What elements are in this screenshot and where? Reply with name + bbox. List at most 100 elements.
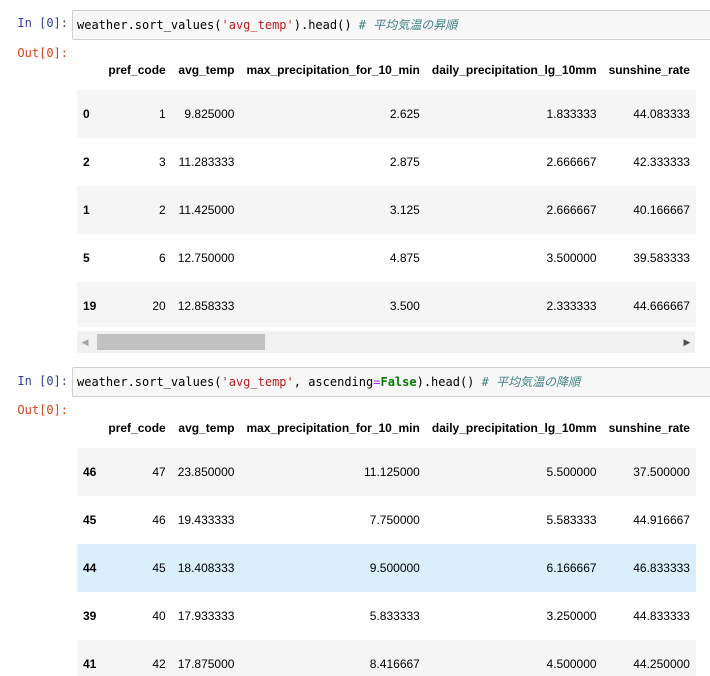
column-header: avg_temp (178, 421, 235, 435)
table-row: 46 47 23.850000 11.125000 5.500000 37.50… (77, 448, 696, 496)
dataframe-table: pref_code avg_temp max_precipitation_for… (77, 408, 696, 676)
cell-sunshine: 46.833333 (633, 561, 690, 575)
output-prompt: Out[0]: (17, 403, 68, 417)
table-row: 41 42 17.875000 8.416667 4.500000 44.250… (77, 640, 696, 676)
table-header-row: pref_code avg_temp max_precipitation_for… (77, 50, 696, 90)
cell-sunshine: 44.666667 (633, 299, 690, 313)
code-comment: # 平均気温の降順 (481, 375, 581, 389)
cell-avg-temp: 17.875000 (177, 657, 235, 671)
scroll-right-arrow-icon[interactable]: ▶ (679, 331, 695, 353)
column-header (77, 408, 102, 448)
code-comment: # 平均気温の昇順 (358, 18, 458, 32)
row-index: 41 (83, 657, 97, 671)
table-row: 45 46 19.433333 7.750000 5.583333 44.916… (77, 496, 696, 544)
cell-max-precip: 3.125 (389, 203, 420, 217)
code-keyword: False (380, 375, 417, 389)
column-header: daily_precipitation_lg_10mm (431, 63, 597, 77)
cell-avg-temp: 11.283333 (178, 155, 235, 169)
code-cell-input[interactable]: weather.sort_values('avg_temp', ascendin… (72, 367, 710, 397)
output-prompt: Out[0]: (17, 46, 68, 60)
cell-max-precip: 7.750000 (369, 513, 420, 527)
cell-daily-precip: 3.250000 (546, 609, 597, 623)
column-header: sunshine_rate (608, 421, 690, 435)
cell-daily-precip: 1.833333 (546, 107, 597, 121)
cell-max-precip: 11.125000 (364, 465, 420, 479)
row-index: 0 (83, 107, 90, 121)
cell-max-precip: 2.875 (389, 155, 420, 169)
code-cell-input[interactable]: weather.sort_values('avg_temp').head() #… (72, 10, 710, 40)
cell-max-precip: 4.875 (389, 251, 420, 265)
cell-daily-precip: 2.666667 (546, 155, 597, 169)
row-index: 2 (83, 155, 90, 169)
row-index: 45 (83, 513, 97, 527)
input-prompt: In [0]: (17, 16, 68, 30)
code-text: ).head() (416, 375, 482, 389)
column-header (77, 50, 102, 90)
code-string: 'avg_temp' (221, 18, 294, 32)
row-index: 44 (83, 561, 97, 575)
cell-avg-temp: 12.750000 (177, 251, 235, 265)
row-index: 39 (83, 609, 97, 623)
cell-daily-precip: 3.500000 (546, 251, 597, 265)
cell-pref-code: 6 (159, 251, 166, 265)
cell-pref-code: 45 (152, 561, 166, 575)
row-index: 5 (83, 251, 90, 265)
cell-daily-precip: 5.583333 (546, 513, 597, 527)
horizontal-scrollbar[interactable]: ◀ ▶ (77, 331, 695, 353)
cell-max-precip: 3.500 (389, 299, 420, 313)
column-header: pref_code (108, 63, 166, 77)
cell-daily-precip: 2.333333 (546, 299, 597, 313)
column-header: avg_temp (178, 63, 235, 77)
input-prompt: In [0]: (17, 374, 68, 388)
column-header: max_precipitation_for_10_min (246, 63, 420, 77)
cell-sunshine: 44.083333 (633, 107, 690, 121)
cell-sunshine: 39.583333 (633, 251, 690, 265)
code-text: ).head() (293, 18, 359, 32)
table-row: 2 3 11.283333 2.875 2.666667 42.333333 (77, 138, 696, 186)
cell-pref-code: 20 (152, 299, 166, 313)
cell-pref-code: 47 (152, 465, 166, 479)
cell-daily-precip: 2.666667 (546, 203, 597, 217)
cell-avg-temp: 18.408333 (177, 561, 235, 575)
cell-sunshine: 40.166667 (633, 203, 690, 217)
cell-sunshine: 42.333333 (633, 155, 690, 169)
table-row: 5 6 12.750000 4.875 3.500000 39.583333 (77, 234, 696, 282)
code-text: weather.sort_values( (77, 375, 222, 389)
column-header: pref_code (108, 421, 166, 435)
table-row: 1 2 11.425000 3.125 2.666667 40.166667 (77, 186, 696, 234)
cell-avg-temp: 19.433333 (177, 513, 235, 527)
cell-max-precip: 9.500000 (369, 561, 420, 575)
cell-pref-code: 46 (152, 513, 166, 527)
table-header-row: pref_code avg_temp max_precipitation_for… (77, 408, 696, 448)
cell-daily-precip: 4.500000 (546, 657, 597, 671)
row-index: 46 (83, 465, 97, 479)
column-header: sunshine_rate (608, 63, 690, 77)
column-header: max_precipitation_for_10_min (246, 421, 420, 435)
table-row: 39 40 17.933333 5.833333 3.250000 44.833… (77, 592, 696, 640)
cell-sunshine: 37.500000 (633, 465, 690, 479)
cell-avg-temp: 17.933333 (177, 609, 235, 623)
row-index: 19 (83, 299, 97, 313)
scrollbar-thumb[interactable] (97, 334, 265, 350)
cell-sunshine: 44.916667 (633, 513, 690, 527)
cell-sunshine: 44.833333 (633, 609, 690, 623)
code-string: 'avg_temp' (221, 375, 294, 389)
scroll-left-arrow-icon[interactable]: ◀ (77, 331, 93, 353)
cell-pref-code: 3 (159, 155, 166, 169)
dataframe-output: pref_code avg_temp max_precipitation_for… (77, 408, 710, 676)
row-index: 1 (83, 203, 90, 217)
cell-pref-code: 1 (159, 107, 166, 121)
cell-max-precip: 2.625 (389, 107, 420, 121)
cell-avg-temp: 9.825000 (184, 107, 235, 121)
dataframe-table: pref_code avg_temp max_precipitation_for… (77, 50, 696, 327)
column-header: daily_precipitation_lg_10mm (431, 421, 597, 435)
cell-max-precip: 5.833333 (369, 609, 420, 623)
cell-avg-temp: 11.425000 (178, 203, 235, 217)
table-row: 19 20 12.858333 3.500 2.333333 44.666667 (77, 282, 696, 327)
cell-avg-temp: 12.858333 (177, 299, 235, 313)
cell-daily-precip: 5.500000 (546, 465, 597, 479)
table-row-highlighted: 44 45 18.408333 9.500000 6.166667 46.833… (77, 544, 696, 592)
cell-pref-code: 2 (159, 203, 166, 217)
code-text: , ascending (293, 375, 374, 389)
cell-max-precip: 8.416667 (369, 657, 420, 671)
